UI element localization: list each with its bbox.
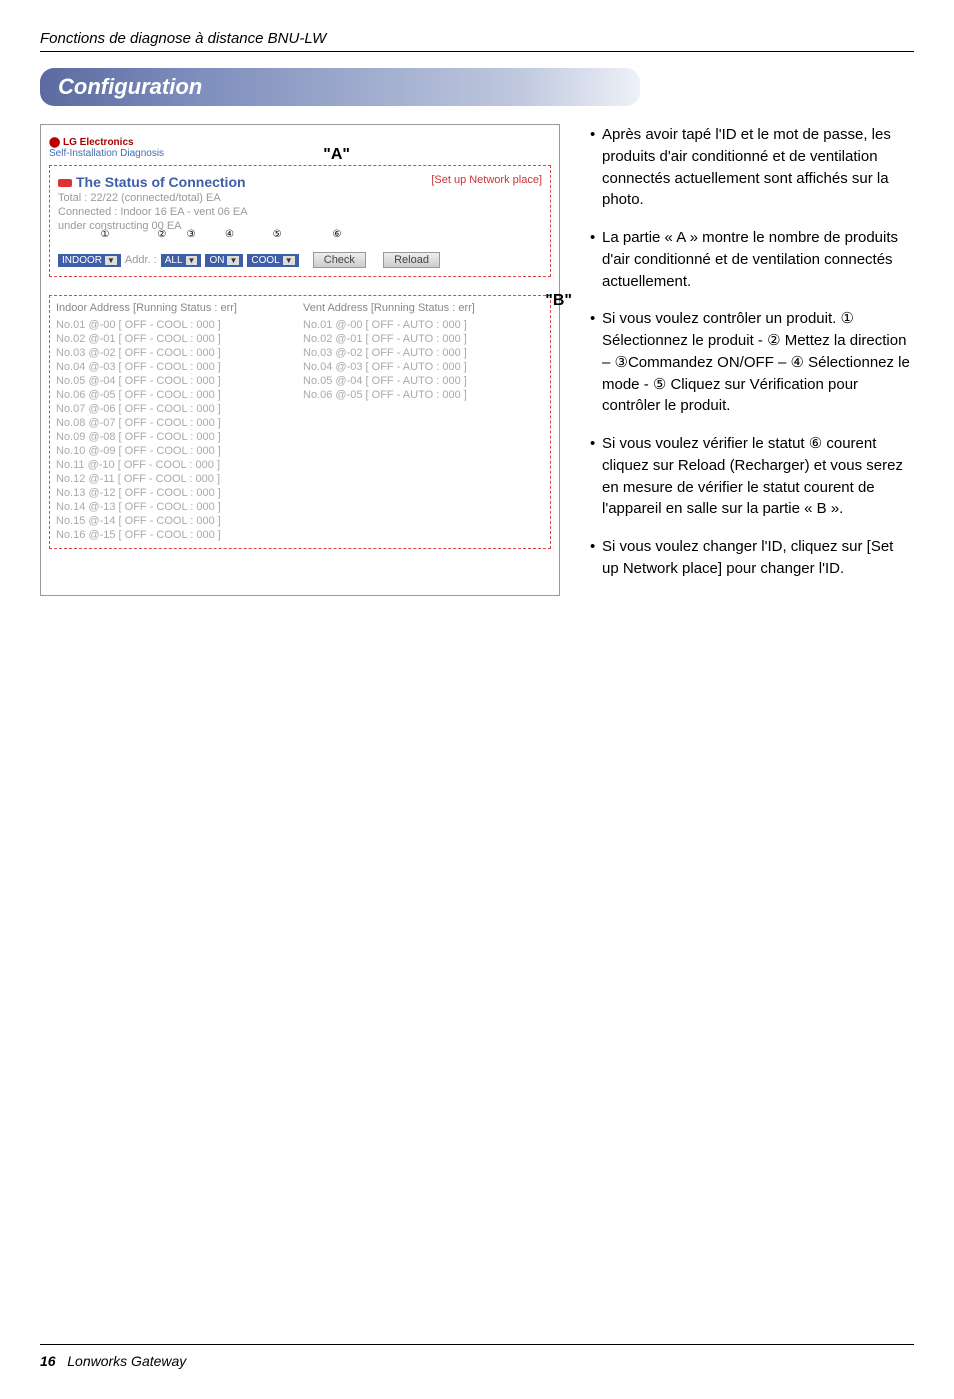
bullet-text: Si vous voulez contrôler un produit. ① S… xyxy=(602,308,914,417)
circ-2: ② xyxy=(155,228,169,242)
bullet-text: Si vous voulez changer l'ID, cliquez sur… xyxy=(602,536,914,580)
table-row: No.02 @-01 [ OFF - COOL : 000 ] xyxy=(56,332,297,346)
letter-b-label: "B" xyxy=(545,292,572,310)
reload-button[interactable]: Reload xyxy=(383,252,440,268)
letter-a-label: "A" xyxy=(323,146,350,164)
table-row: No.05 @-04 [ OFF - COOL : 000 ] xyxy=(56,374,297,388)
page-footer: 16 Lonworks Gateway xyxy=(40,1353,186,1369)
number-labels: ① ② ③ ④ ⑤ ⑥ xyxy=(58,228,542,242)
bullet-list: •Après avoir tapé l'ID et le mot de pass… xyxy=(590,124,914,596)
bullet-text: La partie « A » montre le nombre de prod… xyxy=(602,227,914,292)
table-row: No.12 @-11 [ OFF - COOL : 000 ] xyxy=(56,472,297,486)
table-row: No.03 @-02 [ OFF - COOL : 000 ] xyxy=(56,346,297,360)
circ-5: ⑤ xyxy=(270,228,284,242)
bullet-text: Après avoir tapé l'ID et le mot de passe… xyxy=(602,124,914,211)
sub-brand: Self-Installation Diagnosis xyxy=(49,148,164,159)
table-row: No.01 @-00 [ OFF - COOL : 000 ] xyxy=(56,318,297,332)
circ-1: ① xyxy=(98,228,112,242)
table-row: No.02 @-01 [ OFF - AUTO : 000 ] xyxy=(303,332,544,346)
footer-title: Lonworks Gateway xyxy=(67,1353,186,1369)
circ-3: ③ xyxy=(184,228,198,242)
table-row: No.14 @-13 [ OFF - COOL : 000 ] xyxy=(56,500,297,514)
addr-select[interactable]: ALL▼ xyxy=(161,254,202,267)
vent-header: Vent Address [Running Status : err] xyxy=(303,302,544,314)
lg-logo-text: ⬤ LG Electronics xyxy=(49,137,134,148)
page-number: 16 xyxy=(40,1353,56,1369)
table-row: No.06 @-05 [ OFF - COOL : 000 ] xyxy=(56,388,297,402)
product-select[interactable]: INDOOR▼ xyxy=(58,254,121,267)
addr-label: Addr. : xyxy=(125,254,157,266)
indoor-column: Indoor Address [Running Status : err] No… xyxy=(56,302,297,542)
onoff-select[interactable]: ON▼ xyxy=(205,254,243,267)
table-row: No.13 @-12 [ OFF - COOL : 000 ] xyxy=(56,486,297,500)
table-row: No.16 @-15 [ OFF - COOL : 000 ] xyxy=(56,528,297,542)
table-row: No.09 @-08 [ OFF - COOL : 000 ] xyxy=(56,430,297,444)
section-a-box: "A" The Status of Connection [Set up Net… xyxy=(49,165,551,277)
control-row: INDOOR▼ Addr. : ALL▼ ON▼ COOL▼ Check Rel… xyxy=(58,252,542,268)
indoor-header: Indoor Address [Running Status : err] xyxy=(56,302,297,314)
table-row: No.04 @-03 [ OFF - COOL : 000 ] xyxy=(56,360,297,374)
totals-line: Total : 22/22 (connected/total) EA xyxy=(58,192,542,204)
table-row: No.07 @-06 [ OFF - COOL : 000 ] xyxy=(56,402,297,416)
circ-6: ⑥ xyxy=(330,228,344,242)
status-title: The Status of Connection xyxy=(58,174,246,190)
table-row: No.03 @-02 [ OFF - AUTO : 000 ] xyxy=(303,346,544,360)
mode-select[interactable]: COOL▼ xyxy=(247,254,298,267)
table-row: No.05 @-04 [ OFF - AUTO : 000 ] xyxy=(303,374,544,388)
section-b-box: "B" Indoor Address [Running Status : err… xyxy=(49,295,551,549)
table-row: No.08 @-07 [ OFF - COOL : 000 ] xyxy=(56,416,297,430)
table-row: No.04 @-03 [ OFF - AUTO : 000 ] xyxy=(303,360,544,374)
vent-column: Vent Address [Running Status : err] No.0… xyxy=(303,302,544,542)
detail-line: Connected : Indoor 16 EA - vent 06 EA xyxy=(58,206,542,218)
circ-4: ④ xyxy=(223,228,237,242)
section-title: Configuration xyxy=(40,68,640,106)
check-button[interactable]: Check xyxy=(313,252,366,268)
logo-row: ⬤ LG Electronics Self-Installation Diagn… xyxy=(49,137,551,159)
page-header: Fonctions de diagnose à distance BNU-LW xyxy=(40,30,914,52)
table-row: No.10 @-09 [ OFF - COOL : 000 ] xyxy=(56,444,297,458)
app-screenshot: ⬤ LG Electronics Self-Installation Diagn… xyxy=(40,124,560,596)
table-row: No.11 @-10 [ OFF - COOL : 000 ] xyxy=(56,458,297,472)
footer-rule xyxy=(40,1344,914,1345)
setup-network-link[interactable]: [Set up Network place] xyxy=(431,174,542,186)
table-row: No.01 @-00 [ OFF - AUTO : 000 ] xyxy=(303,318,544,332)
table-row: No.06 @-05 [ OFF - AUTO : 000 ] xyxy=(303,388,544,402)
table-row: No.15 @-14 [ OFF - COOL : 000 ] xyxy=(56,514,297,528)
bullet-text: Si vous voulez vérifier le statut ⑥ cour… xyxy=(602,433,914,520)
